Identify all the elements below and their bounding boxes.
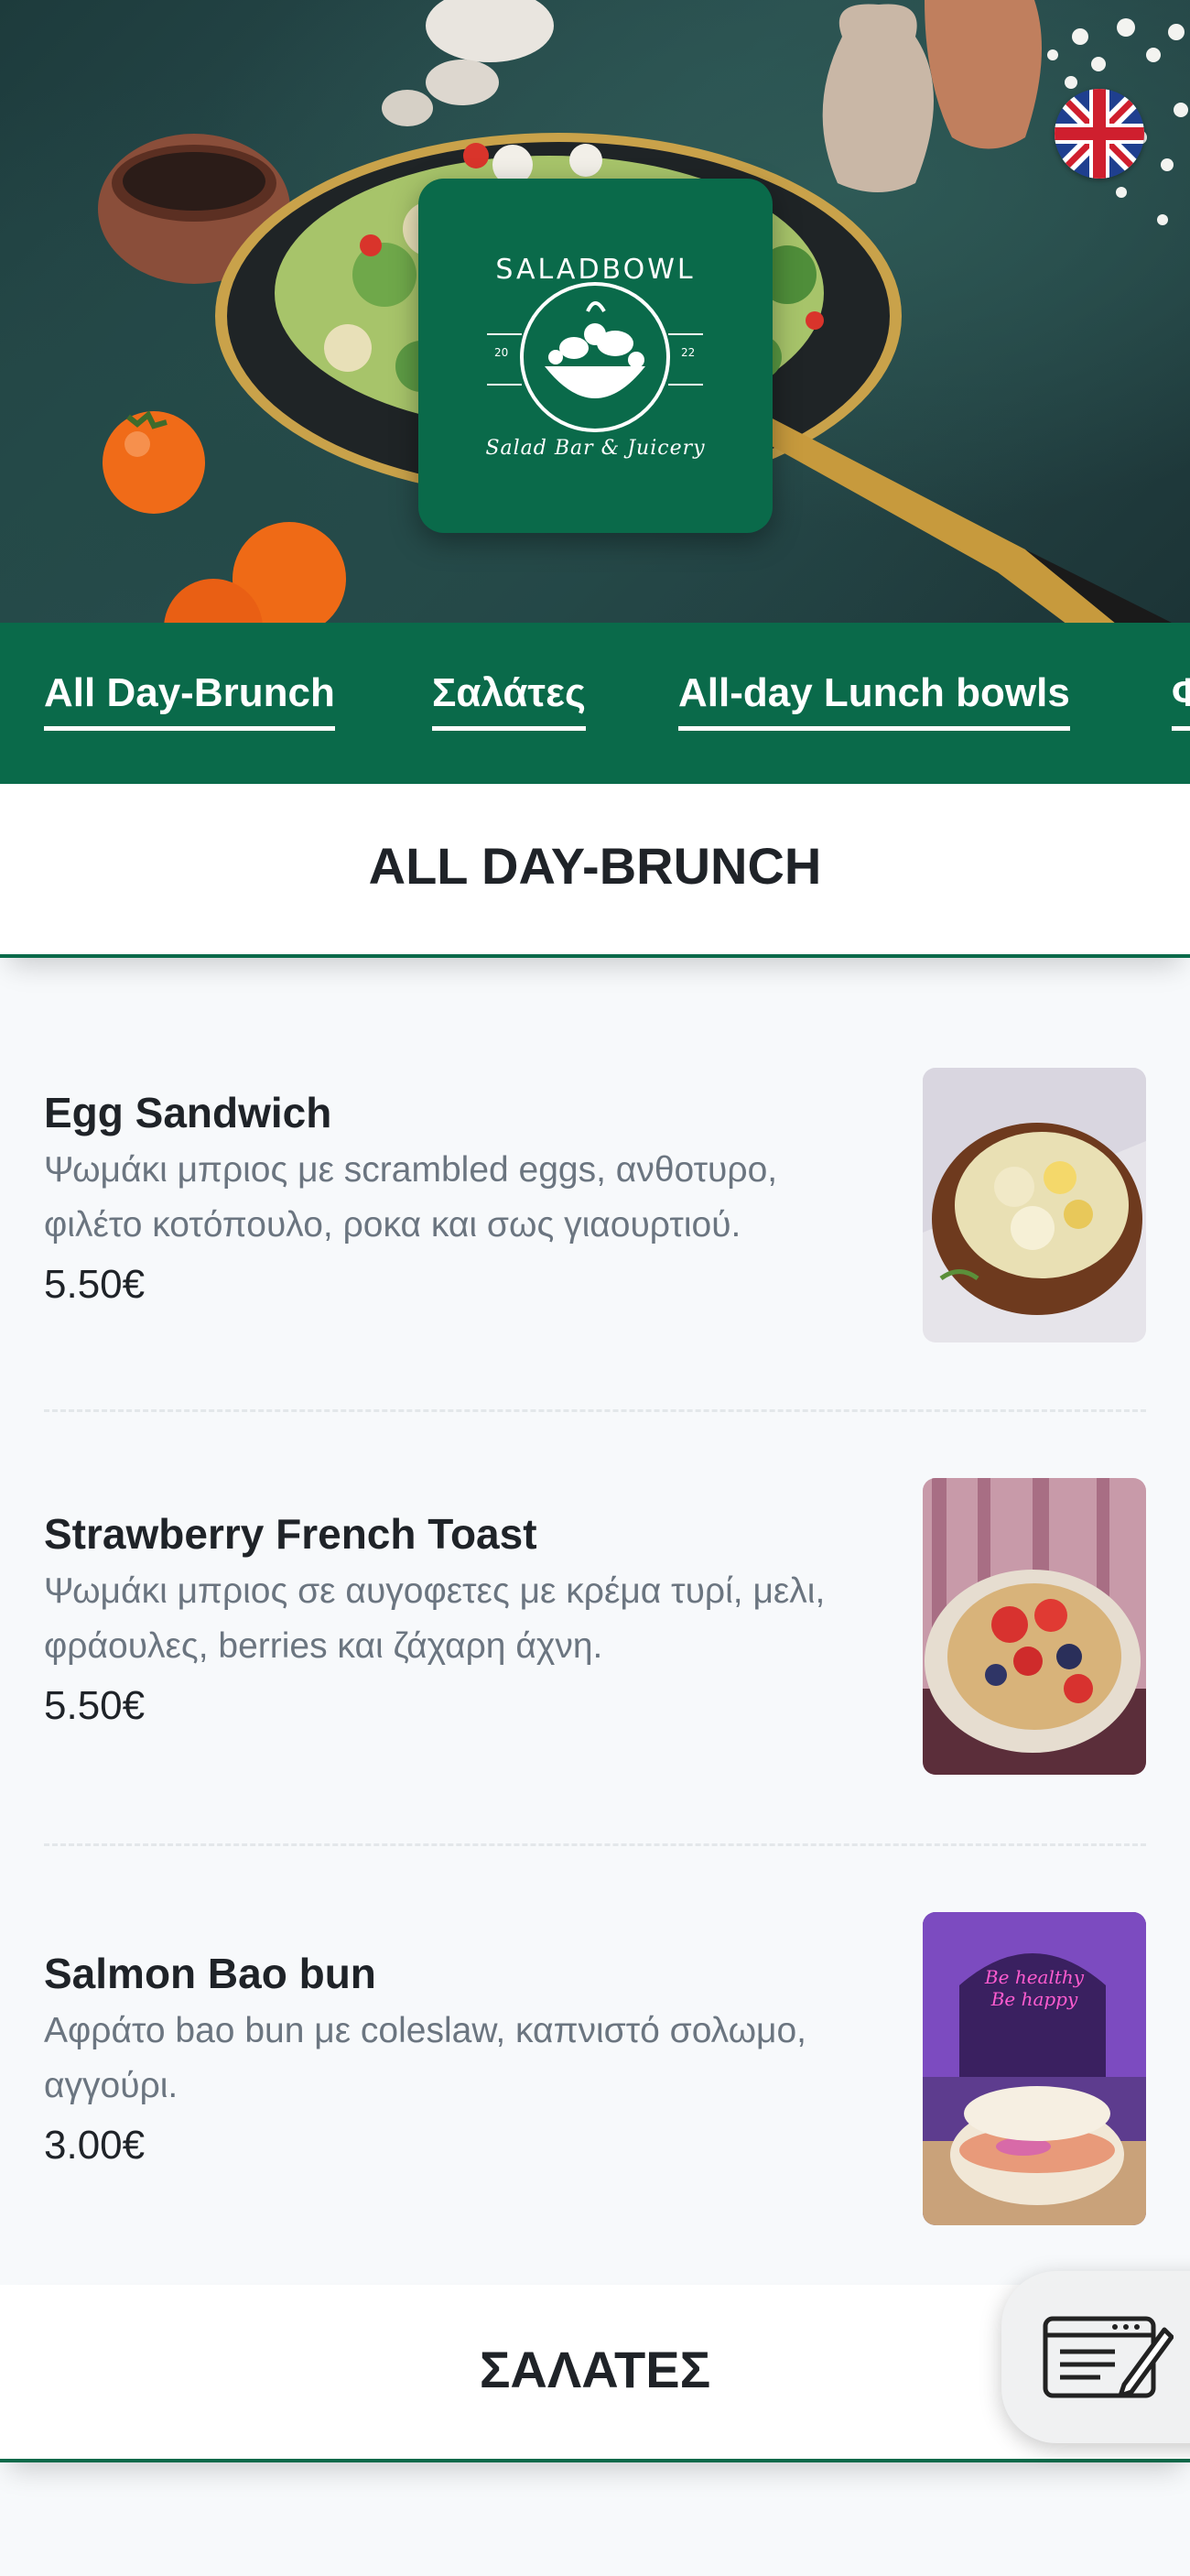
item-name: Salmon Bao bun	[44, 1950, 376, 1997]
category-tab-salates[interactable]: Σαλάτες	[432, 670, 586, 731]
salad-bowl-logo-icon	[487, 282, 703, 432]
brand-tagline: Salad Bar & Juicery	[485, 437, 706, 460]
strawberry-french-toast-photo	[923, 1478, 1146, 1775]
item-name: Egg Sandwich	[44, 1089, 332, 1136]
item-price: 5.50€	[44, 1683, 146, 1728]
item-divider	[44, 1843, 1146, 1846]
menu-notepad-icon	[1043, 2316, 1174, 2398]
neon-sign-line-1: Be healthy	[984, 1966, 1085, 1988]
category-nav: All Day-Brunch Σαλάτες All-day Lunch bow…	[0, 623, 1190, 784]
category-tab-all-day-brunch[interactable]: All Day-Brunch	[44, 670, 335, 731]
hero-banner: SALADBOWL 20 22 Salad Bar & Juicery	[0, 0, 1190, 623]
category-tab-lunch-bowls[interactable]: All-day Lunch bowls	[678, 670, 1070, 731]
brand-year-left: 20	[494, 346, 509, 359]
item-photo[interactable]	[923, 1478, 1146, 1775]
section-title: ALL DAY-BRUNCH	[368, 837, 822, 895]
item-description: Ψωμάκι μπριος σε αυγοφετες με κρέμα τυρί…	[44, 1571, 826, 1666]
item-description: Ψωμάκι μπριος με scrambled eggs, ανθοτυρ…	[44, 1150, 778, 1245]
item-photo[interactable]	[923, 1068, 1146, 1342]
brand-name: SALADBOWL	[495, 254, 696, 286]
category-tab-next[interactable]: Φ	[1172, 670, 1190, 731]
egg-sandwich-photo	[923, 1068, 1146, 1342]
neon-sign-line-2: Be happy	[990, 1988, 1078, 2010]
item-photo[interactable]: Be healthy Be happy	[923, 1912, 1146, 2225]
salmon-bao-bun-photo: Be healthy Be happy	[923, 1912, 1146, 2225]
section-header: ALL DAY-BRUNCH	[0, 784, 1190, 958]
item-divider	[44, 1409, 1146, 1412]
item-price: 3.00€	[44, 2123, 146, 2168]
uk-flag-icon	[1055, 89, 1144, 179]
language-switch-button[interactable]	[1055, 89, 1144, 179]
brand-year-right: 22	[681, 346, 696, 359]
item-description: Αφράτο bao bun με coleslaw, καπνιστό σολ…	[44, 2011, 807, 2105]
item-name: Strawberry French Toast	[44, 1510, 537, 1558]
item-price: 5.50€	[44, 1262, 146, 1307]
floating-menu-button[interactable]	[1001, 2271, 1190, 2443]
brand-logo[interactable]: SALADBOWL 20 22 Salad Bar & Juicery	[418, 179, 773, 533]
